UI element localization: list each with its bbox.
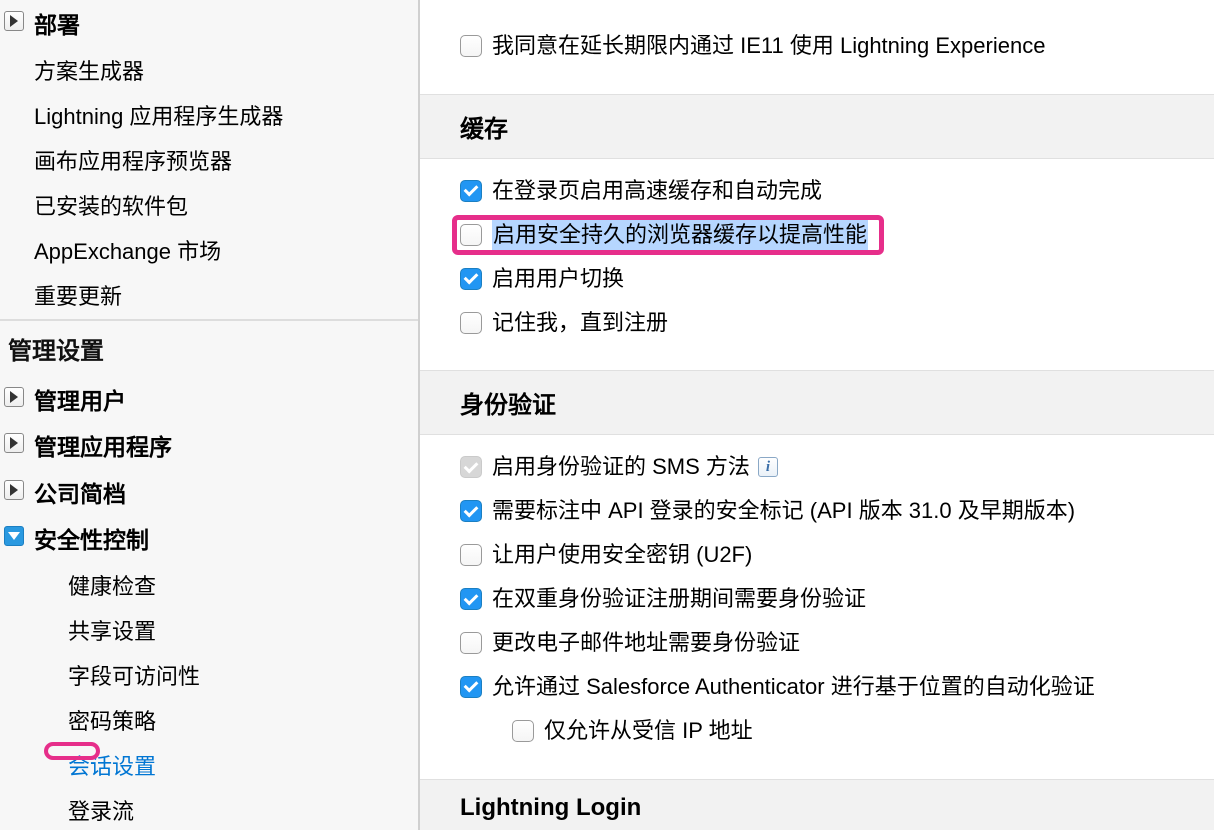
- sidebar-item-company-profile[interactable]: 公司简档: [0, 471, 418, 518]
- sidebar-item-lightning-app-builder[interactable]: Lightning 应用程序生成器: [0, 94, 418, 139]
- section-title-auth: 身份验证: [420, 370, 1214, 435]
- setting-label: 需要标注中 API 登录的安全标记 (API 版本 31.0 及早期版本): [492, 495, 1075, 527]
- nav-label: 安全性控制: [34, 523, 149, 558]
- nav-label: Lightning 应用程序生成器: [34, 100, 283, 133]
- checkbox[interactable]: [460, 224, 482, 246]
- sidebar-section-deploy: 部署 方案生成器 Lightning 应用程序生成器 画布应用程序预览器 已安装…: [0, 2, 418, 319]
- nav-label: 部署: [34, 8, 80, 43]
- sidebar-item-password-policies[interactable]: 密码策略: [0, 699, 418, 744]
- nav-label: 公司简档: [34, 477, 126, 512]
- nav-label: 管理应用程序: [34, 430, 172, 465]
- section-header-admin: 管理设置: [0, 321, 418, 378]
- setting-label: 更改电子邮件地址需要身份验证: [492, 627, 800, 659]
- setting-label: 记住我，直到注册: [492, 307, 668, 339]
- checkbox[interactable]: [460, 180, 482, 202]
- checkbox[interactable]: [460, 312, 482, 334]
- checkbox[interactable]: [512, 720, 534, 742]
- expand-icon[interactable]: [4, 387, 24, 407]
- sidebar-item-solution-builder[interactable]: 方案生成器: [0, 49, 418, 94]
- setting-u2f: 让用户使用安全密钥 (U2F): [420, 533, 1214, 577]
- checkbox[interactable]: [460, 632, 482, 654]
- main-content: 我同意在延长期限内通过 IE11 使用 Lightning Experience…: [420, 0, 1214, 830]
- setting-enable-login-cache: 在登录页启用高速缓存和自动完成: [420, 169, 1214, 213]
- sidebar-item-critical-updates[interactable]: 重要更新: [0, 274, 418, 319]
- sidebar-item-session-settings[interactable]: 会话设置: [0, 744, 418, 789]
- setting-label: 让用户使用安全密钥 (U2F): [492, 539, 752, 571]
- nav-label: 已安装的软件包: [34, 190, 188, 223]
- nav-label: AppExchange 市场: [34, 235, 221, 268]
- setting-label: 允许通过 Salesforce Authenticator 进行基于位置的自动化…: [492, 671, 1095, 703]
- nav-label: 管理用户: [34, 384, 126, 419]
- sidebar-item-field-accessibility[interactable]: 字段可访问性: [0, 654, 418, 699]
- setting-secure-browser-cache: 启用安全持久的浏览器缓存以提高性能: [420, 213, 1214, 257]
- nav-label: 登录流: [68, 795, 134, 828]
- section-title-lightning-login: Lightning Login: [420, 779, 1214, 830]
- checkbox[interactable]: [460, 588, 482, 610]
- nav-label: 方案生成器: [34, 55, 144, 88]
- section-title-cache: 缓存: [420, 94, 1214, 159]
- nav-label: 共享设置: [68, 615, 156, 648]
- setting-label: 启用用户切换: [492, 263, 624, 295]
- sidebar-item-appexchange[interactable]: AppExchange 市场: [0, 229, 418, 274]
- checkbox[interactable]: [460, 35, 482, 57]
- sidebar: 部署 方案生成器 Lightning 应用程序生成器 画布应用程序预览器 已安装…: [0, 0, 420, 830]
- nav-label: 重要更新: [34, 280, 122, 313]
- checkbox[interactable]: [460, 544, 482, 566]
- sidebar-section-admin: 管理用户 管理应用程序 公司简档 安全性控制 健康检查 共享设置 字段可访问性 …: [0, 378, 418, 834]
- checkbox-disabled: [460, 456, 482, 478]
- setting-sf-authenticator-location: 允许通过 Salesforce Authenticator 进行基于位置的自动化…: [420, 665, 1214, 709]
- nav-label: 密码策略: [68, 705, 156, 738]
- sidebar-item-login-flows[interactable]: 登录流: [0, 789, 418, 834]
- setting-ie11-consent: 我同意在延长期限内通过 IE11 使用 Lightning Experience: [420, 24, 1214, 68]
- setting-2fa-register-auth: 在双重身份验证注册期间需要身份验证: [420, 577, 1214, 621]
- checkbox[interactable]: [460, 500, 482, 522]
- checkbox[interactable]: [460, 268, 482, 290]
- setting-label: 在登录页启用高速缓存和自动完成: [492, 175, 822, 207]
- checkbox[interactable]: [460, 676, 482, 698]
- setting-label: 仅允许从受信 IP 地址: [544, 715, 753, 747]
- collapse-icon[interactable]: [4, 526, 24, 546]
- setting-sms-auth: 启用身份验证的 SMS 方法 i: [420, 445, 1214, 489]
- sidebar-item-security-controls[interactable]: 安全性控制: [0, 517, 418, 564]
- setting-email-change-auth: 更改电子邮件地址需要身份验证: [420, 621, 1214, 665]
- highlight-marker: 启用安全持久的浏览器缓存以提高性能: [460, 219, 868, 251]
- sidebar-item-manage-users[interactable]: 管理用户: [0, 378, 418, 425]
- expand-icon[interactable]: [4, 11, 24, 31]
- sidebar-item-health-check[interactable]: 健康检查: [0, 564, 418, 609]
- sidebar-item-manage-apps[interactable]: 管理应用程序: [0, 424, 418, 471]
- setting-label: 我同意在延长期限内通过 IE11 使用 Lightning Experience: [492, 30, 1045, 62]
- setting-label: 在双重身份验证注册期间需要身份验证: [492, 583, 866, 615]
- setting-label: 启用安全持久的浏览器缓存以提高性能: [492, 219, 868, 251]
- info-icon[interactable]: i: [758, 457, 778, 477]
- sidebar-item-installed-packages[interactable]: 已安装的软件包: [0, 184, 418, 229]
- sidebar-item-canvas-app-previewer[interactable]: 画布应用程序预览器: [0, 139, 418, 184]
- expand-icon[interactable]: [4, 433, 24, 453]
- setting-enable-user-switch: 启用用户切换: [420, 257, 1214, 301]
- setting-api-security-token: 需要标注中 API 登录的安全标记 (API 版本 31.0 及早期版本): [420, 489, 1214, 533]
- sidebar-item-deploy[interactable]: 部署: [0, 2, 418, 49]
- nav-label: 健康检查: [68, 570, 156, 603]
- setting-trusted-ip-only: 仅允许从受信 IP 地址: [420, 709, 1214, 753]
- nav-label: 字段可访问性: [68, 660, 200, 693]
- nav-label: 会话设置: [68, 750, 156, 783]
- setting-remember-me: 记住我，直到注册: [420, 301, 1214, 345]
- nav-label: 画布应用程序预览器: [34, 145, 232, 178]
- setting-label: 启用身份验证的 SMS 方法: [492, 451, 750, 483]
- expand-icon[interactable]: [4, 480, 24, 500]
- sidebar-item-sharing-settings[interactable]: 共享设置: [0, 609, 418, 654]
